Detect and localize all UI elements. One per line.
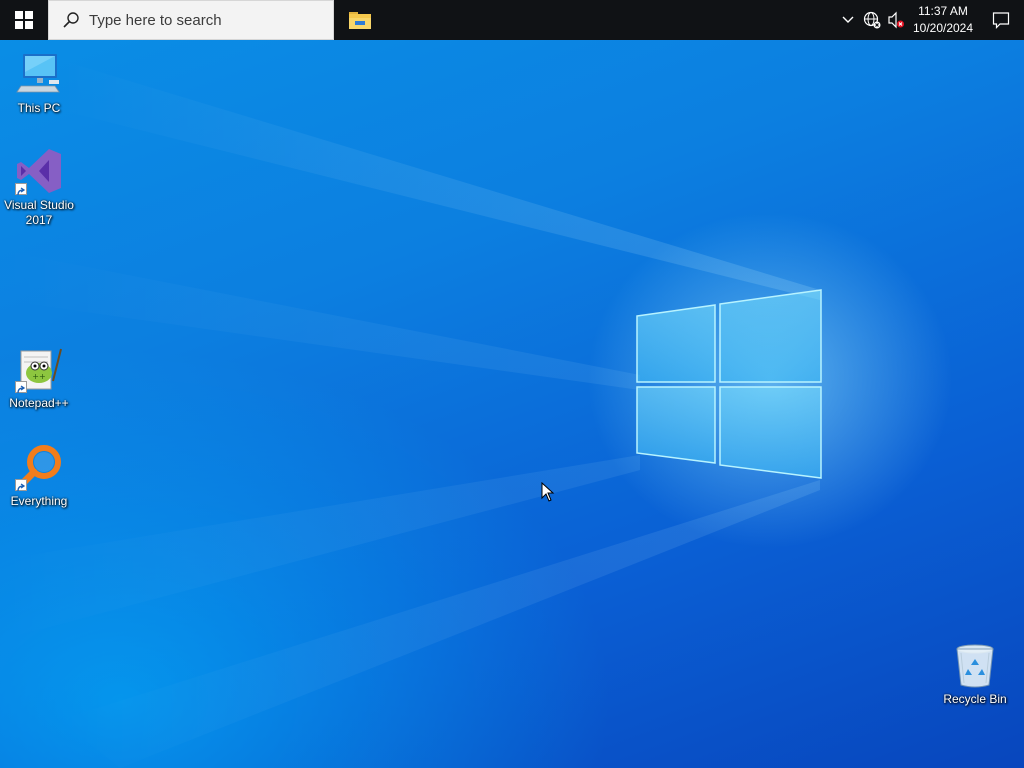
action-center-icon [992,12,1010,29]
desktop-icon-label: Recycle Bin [943,692,1007,706]
visual-studio-icon [15,147,63,196]
taskbar: Type here to search 11:37 AM 10/20/2024 [0,0,1024,40]
desktop-icon-label: Visual Studio 2017 [4,198,74,227]
desktop-icon-label: This PC [17,101,61,115]
windows-logo-icon [15,11,33,29]
windows-logo-wallpaper [636,289,822,479]
network-icon[interactable] [860,0,884,40]
system-tray: 11:37 AM 10/20/2024 [836,0,1024,40]
shortcut-arrow-icon [15,183,27,196]
desktop-icon-visual-studio[interactable]: Visual Studio 2017 [1,147,77,228]
folder-icon [349,12,371,29]
recycle-bin-icon [951,641,999,689]
computer-icon [15,50,63,98]
desktop-icon-this-pc[interactable]: This PC [1,50,77,116]
shortcut-arrow-icon [15,479,27,492]
shortcut-arrow-icon [15,381,27,394]
clock-date: 10/20/2024 [912,21,974,35]
mouse-cursor-icon [541,482,555,502]
start-button[interactable] [0,0,48,40]
desktop-icon-notepad-plus-plus[interactable]: ++ Notepad++ [1,345,77,411]
action-center-button[interactable] [978,0,1024,40]
desktop-icon-recycle-bin[interactable]: Recycle Bin [937,641,1013,707]
desktop-icon-label: Everything [10,494,68,508]
search-magnifier-icon [15,443,63,492]
file-explorer-button[interactable] [334,0,386,40]
clock-time: 11:37 AM [918,4,968,18]
desktop-icon-label: Notepad++ [9,396,69,410]
volume-muted-icon[interactable] [884,0,908,40]
search-placeholder: Type here to search [89,11,222,29]
svg-text:++: ++ [32,372,45,381]
wallpaper [0,60,822,768]
clock[interactable]: 11:37 AM 10/20/2024 [908,0,978,40]
notepad-plus-plus-icon: ++ [15,345,63,394]
search-box[interactable]: Type here to search [48,0,334,40]
desktop-icon-everything[interactable]: Everything [1,443,77,509]
chevron-up-icon[interactable] [836,0,860,40]
desktop[interactable]: Type here to search 11:37 AM 10/20/2024 … [0,0,1024,768]
search-icon [61,10,81,30]
